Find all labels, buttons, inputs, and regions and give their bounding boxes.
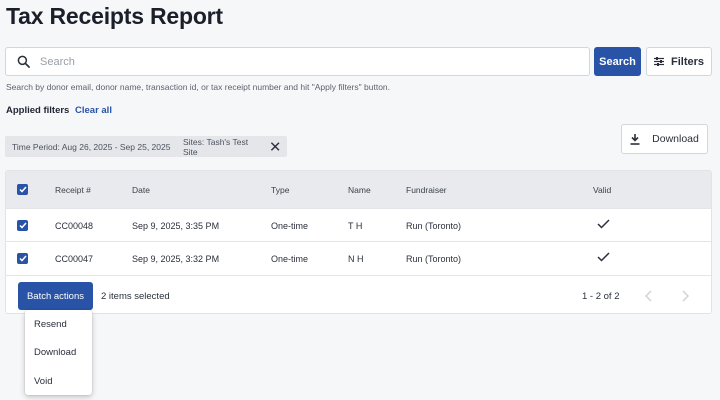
- checkmark-icon: [597, 252, 610, 262]
- page-title: Tax Receipts Report: [6, 3, 223, 29]
- batch-actions-menu: Resend Download Void: [25, 310, 92, 395]
- column-header-type[interactable]: Type: [271, 185, 289, 195]
- row-checkbox[interactable]: [17, 253, 28, 264]
- receipt-type: One-time: [271, 254, 309, 264]
- checkbox-checked-icon: [18, 222, 27, 229]
- receipts-table: Receipt # Date Type Name Fundraiser Vali…: [5, 170, 712, 314]
- chevron-left-icon[interactable]: [644, 290, 654, 302]
- receipt-date: Sep 9, 2025, 3:32 PM: [132, 254, 220, 264]
- receipt-number: CC00047: [55, 254, 94, 264]
- selected-count: 2 items selected: [101, 291, 170, 302]
- search-input[interactable]: [40, 55, 589, 68]
- donor-name: T H: [348, 221, 363, 231]
- chip-label: Time Period: Aug 26, 2025 - Sep 25, 2025: [12, 141, 171, 152]
- menu-item-void[interactable]: Void: [34, 376, 53, 387]
- table-footer: Batch actions 2 items selected 1 - 2 of …: [6, 275, 711, 313]
- filters-label: Filters: [670, 55, 704, 68]
- chip-label: Sites: Tash's Test Site: [183, 136, 249, 157]
- receipt-type: One-time: [271, 221, 309, 231]
- chevron-right-icon[interactable]: [680, 290, 690, 302]
- fundraiser-name: Run (Toronto): [406, 254, 462, 264]
- download-label: Download: [652, 133, 699, 145]
- receipt-number: CC00048: [55, 221, 94, 231]
- menu-item-download[interactable]: Download: [34, 347, 76, 358]
- batch-actions-button[interactable]: Batch actions: [18, 282, 93, 310]
- sliders-icon: [653, 57, 664, 66]
- checkmark-icon: [597, 219, 610, 229]
- pagination-range: 1 - 2 of 2: [582, 291, 620, 302]
- table-header: Receipt # Date Type Name Fundraiser Vali…: [6, 171, 711, 208]
- applied-filters-label: Applied filters: [6, 105, 70, 116]
- receipt-date: Sep 9, 2025, 3:35 PM: [132, 221, 220, 231]
- download-icon: [630, 133, 640, 145]
- column-header-name[interactable]: Name: [348, 185, 371, 195]
- fundraiser-name: Run (Toronto): [406, 221, 462, 231]
- select-all-checkbox[interactable]: [17, 184, 28, 195]
- download-button[interactable]: Download: [621, 124, 708, 154]
- checkbox-checked-icon: [18, 186, 27, 193]
- filter-chip-sites: Sites: Tash's Test Site: [176, 136, 287, 157]
- checkbox-checked-icon: [18, 255, 27, 262]
- search-icon: [17, 55, 30, 68]
- search-button[interactable]: Search: [594, 47, 641, 76]
- search-hint: Search by donor email, donor name, trans…: [6, 82, 391, 92]
- column-header-valid[interactable]: Valid: [593, 185, 611, 195]
- donor-name: N H: [348, 254, 364, 264]
- table-row[interactable]: CC00047 Sep 9, 2025, 3:32 PM One-time N …: [6, 241, 711, 274]
- clear-all-link[interactable]: Clear all: [75, 105, 112, 116]
- filter-chip-time-period: Time Period: Aug 26, 2025 - Sep 25, 2025: [5, 136, 178, 157]
- column-header-fundraiser[interactable]: Fundraiser: [406, 185, 447, 195]
- row-checkbox[interactable]: [17, 220, 28, 231]
- search-box[interactable]: [5, 47, 590, 76]
- column-header-receipt[interactable]: Receipt #: [55, 185, 91, 195]
- filters-button[interactable]: Filters: [646, 47, 712, 76]
- menu-item-resend[interactable]: Resend: [34, 319, 67, 330]
- close-icon[interactable]: [270, 141, 280, 152]
- column-header-date[interactable]: Date: [132, 185, 150, 195]
- table-row[interactable]: CC00048 Sep 9, 2025, 3:35 PM One-time T …: [6, 208, 711, 241]
